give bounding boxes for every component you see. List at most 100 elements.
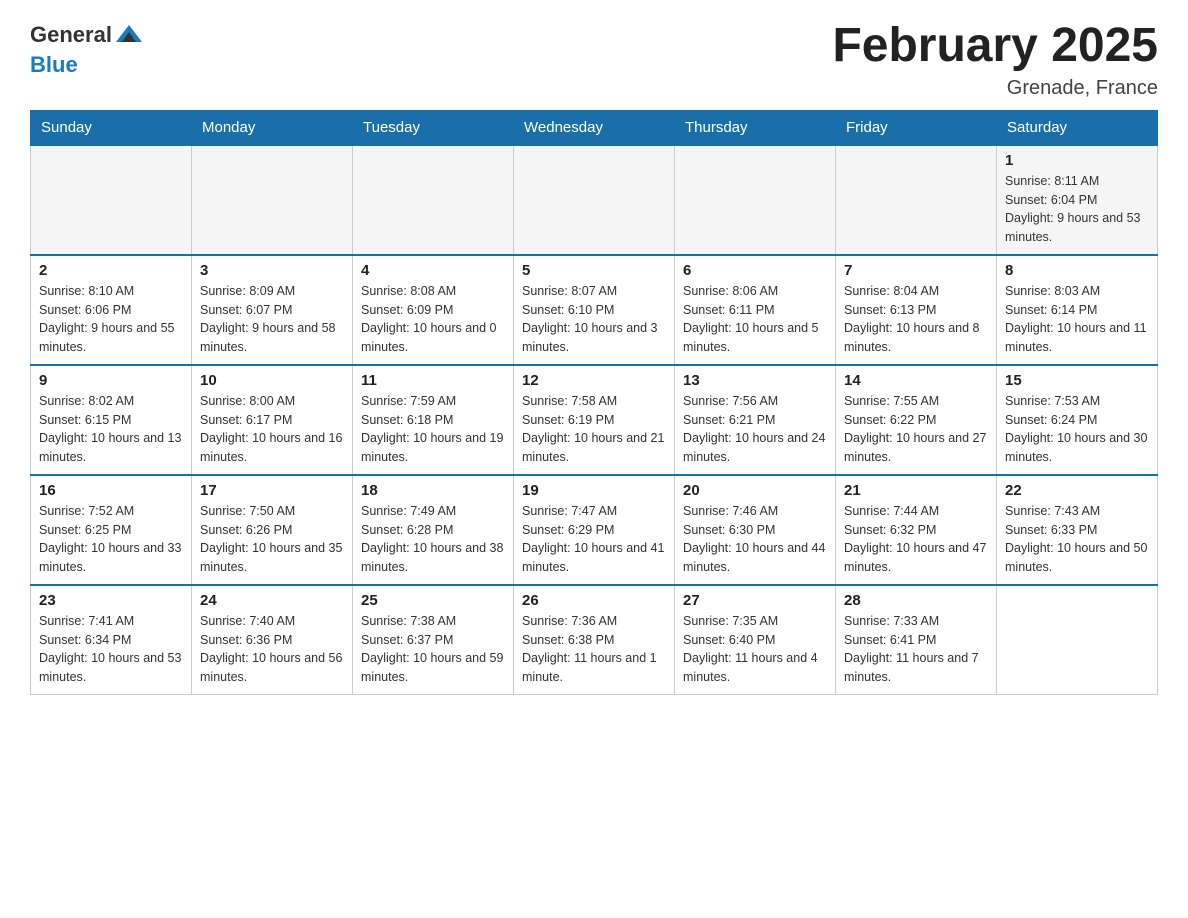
week-row-5: 23 Sunrise: 7:41 AMSunset: 6:34 PMDayligh… — [31, 585, 1158, 695]
calendar-header: SundayMondayTuesdayWednesdayThursdayFrid… — [31, 110, 1158, 145]
day-info: Sunrise: 7:44 AMSunset: 6:32 PMDaylight:… — [844, 502, 988, 577]
day-info: Sunrise: 8:06 AMSunset: 6:11 PMDaylight:… — [683, 282, 827, 357]
day-number: 15 — [1005, 372, 1149, 389]
day-info: Sunrise: 7:33 AMSunset: 6:41 PMDaylight:… — [844, 612, 988, 687]
table-cell: 12Sunrise: 7:58 AMSunset: 6:19 PMDayligh… — [514, 365, 675, 475]
table-cell: 6Sunrise: 8:06 AMSunset: 6:11 PMDaylight… — [675, 255, 836, 365]
day-number: 17 — [200, 482, 344, 499]
table-cell: 7 Sunrise: 8:04 AMSunset: 6:13 PMDaylight… — [836, 255, 997, 365]
day-number: 19 — [522, 482, 666, 499]
day-info: Sunrise: 8:11 AMSunset: 6:04 PMDaylight:… — [1005, 172, 1149, 247]
header-tuesday: Tuesday — [353, 110, 514, 145]
day-number: 21 — [844, 482, 988, 499]
table-cell: 11Sunrise: 7:59 AMSunset: 6:18 PMDayligh… — [353, 365, 514, 475]
table-cell: 13 Sunrise: 7:56 AMSunset: 6:21 PMDayligh… — [675, 365, 836, 475]
day-info: Sunrise: 7:43 AMSunset: 6:33 PMDaylight:… — [1005, 502, 1149, 577]
header-monday: Monday — [192, 110, 353, 145]
day-number: 22 — [1005, 482, 1149, 499]
table-cell — [836, 145, 997, 255]
table-cell: 10 Sunrise: 8:00 AMSunset: 6:17 PMDayligh… — [192, 365, 353, 475]
day-info: Sunrise: 8:04 AMSunset: 6:13 PMDaylight:… — [844, 282, 988, 357]
table-cell: 4Sunrise: 8:08 AMSunset: 6:09 PMDaylight… — [353, 255, 514, 365]
day-number: 3 — [200, 262, 344, 279]
day-info: Sunrise: 7:52 AMSunset: 6:25 PMDaylight:… — [39, 502, 183, 577]
day-number: 5 — [522, 262, 666, 279]
day-number: 12 — [522, 372, 666, 389]
table-cell: 8 Sunrise: 8:03 AMSunset: 6:14 PMDaylight… — [997, 255, 1158, 365]
header-friday: Friday — [836, 110, 997, 145]
table-cell: 18 Sunrise: 7:49 AMSunset: 6:28 PMDayligh… — [353, 475, 514, 585]
logo-icon — [114, 20, 144, 50]
table-cell — [675, 145, 836, 255]
table-cell: 9 Sunrise: 8:02 AMSunset: 6:15 PMDaylight… — [31, 365, 192, 475]
month-title: February 2025 — [832, 20, 1158, 73]
table-cell: 16 Sunrise: 7:52 AMSunset: 6:25 PMDayligh… — [31, 475, 192, 585]
week-row-3: 9 Sunrise: 8:02 AMSunset: 6:15 PMDaylight… — [31, 365, 1158, 475]
table-cell: 24Sunrise: 7:40 AMSunset: 6:36 PMDayligh… — [192, 585, 353, 695]
day-number: 7 — [844, 262, 988, 279]
day-number: 23 — [39, 592, 183, 609]
day-number: 28 — [844, 592, 988, 609]
week-row-1: 1 Sunrise: 8:11 AMSunset: 6:04 PMDaylight… — [31, 145, 1158, 255]
table-cell — [31, 145, 192, 255]
logo-blue-text: Blue — [30, 52, 78, 78]
day-number: 24 — [200, 592, 344, 609]
week-row-4: 16 Sunrise: 7:52 AMSunset: 6:25 PMDayligh… — [31, 475, 1158, 585]
day-number: 25 — [361, 592, 505, 609]
table-cell: 15 Sunrise: 7:53 AMSunset: 6:24 PMDayligh… — [997, 365, 1158, 475]
day-info: Sunrise: 7:56 AMSunset: 6:21 PMDaylight:… — [683, 392, 827, 467]
day-number: 16 — [39, 482, 183, 499]
day-info: Sunrise: 8:08 AMSunset: 6:09 PMDaylight:… — [361, 282, 505, 357]
table-cell: 21 Sunrise: 7:44 AMSunset: 6:32 PMDayligh… — [836, 475, 997, 585]
table-cell: 22 Sunrise: 7:43 AMSunset: 6:33 PMDayligh… — [997, 475, 1158, 585]
table-cell: 26Sunrise: 7:36 AMSunset: 6:38 PMDayligh… — [514, 585, 675, 695]
page-header: General Blue February 2025 Grenade, Fran… — [30, 20, 1158, 100]
table-cell — [514, 145, 675, 255]
day-number: 20 — [683, 482, 827, 499]
table-cell — [353, 145, 514, 255]
table-cell: 14Sunrise: 7:55 AMSunset: 6:22 PMDayligh… — [836, 365, 997, 475]
logo-general-text: General — [30, 22, 112, 48]
day-number: 8 — [1005, 262, 1149, 279]
day-number: 1 — [1005, 152, 1149, 169]
table-cell: 3 Sunrise: 8:09 AMSunset: 6:07 PMDaylight… — [192, 255, 353, 365]
day-number: 14 — [844, 372, 988, 389]
logo: General Blue — [30, 20, 144, 78]
day-number: 9 — [39, 372, 183, 389]
day-info: Sunrise: 8:03 AMSunset: 6:14 PMDaylight:… — [1005, 282, 1149, 357]
day-info: Sunrise: 7:49 AMSunset: 6:28 PMDaylight:… — [361, 502, 505, 577]
day-info: Sunrise: 7:53 AMSunset: 6:24 PMDaylight:… — [1005, 392, 1149, 467]
day-number: 2 — [39, 262, 183, 279]
day-info: Sunrise: 8:02 AMSunset: 6:15 PMDaylight:… — [39, 392, 183, 467]
day-info: Sunrise: 7:38 AMSunset: 6:37 PMDaylight:… — [361, 612, 505, 687]
day-info: Sunrise: 7:47 AMSunset: 6:29 PMDaylight:… — [522, 502, 666, 577]
table-cell: 23 Sunrise: 7:41 AMSunset: 6:34 PMDayligh… — [31, 585, 192, 695]
table-cell — [997, 585, 1158, 695]
day-info: Sunrise: 7:41 AMSunset: 6:34 PMDaylight:… — [39, 612, 183, 687]
calendar-body: 1 Sunrise: 8:11 AMSunset: 6:04 PMDaylight… — [31, 145, 1158, 695]
header-sunday: Sunday — [31, 110, 192, 145]
table-cell: 5 Sunrise: 8:07 AMSunset: 6:10 PMDaylight… — [514, 255, 675, 365]
day-number: 13 — [683, 372, 827, 389]
table-cell: 2 Sunrise: 8:10 AMSunset: 6:06 PMDaylight… — [31, 255, 192, 365]
header-wednesday: Wednesday — [514, 110, 675, 145]
table-cell: 20 Sunrise: 7:46 AMSunset: 6:30 PMDayligh… — [675, 475, 836, 585]
day-number: 10 — [200, 372, 344, 389]
table-cell: 28 Sunrise: 7:33 AMSunset: 6:41 PMDayligh… — [836, 585, 997, 695]
day-info: Sunrise: 8:10 AMSunset: 6:06 PMDaylight:… — [39, 282, 183, 357]
week-row-2: 2 Sunrise: 8:10 AMSunset: 6:06 PMDaylight… — [31, 255, 1158, 365]
day-info: Sunrise: 8:07 AMSunset: 6:10 PMDaylight:… — [522, 282, 666, 357]
days-of-week-row: SundayMondayTuesdayWednesdayThursdayFrid… — [31, 110, 1158, 145]
header-thursday: Thursday — [675, 110, 836, 145]
title-section: February 2025 Grenade, France — [832, 20, 1158, 100]
day-info: Sunrise: 7:46 AMSunset: 6:30 PMDaylight:… — [683, 502, 827, 577]
day-number: 18 — [361, 482, 505, 499]
day-info: Sunrise: 7:59 AMSunset: 6:18 PMDaylight:… — [361, 392, 505, 467]
table-cell: 1 Sunrise: 8:11 AMSunset: 6:04 PMDaylight… — [997, 145, 1158, 255]
table-cell: 19 Sunrise: 7:47 AMSunset: 6:29 PMDayligh… — [514, 475, 675, 585]
day-info: Sunrise: 7:50 AMSunset: 6:26 PMDaylight:… — [200, 502, 344, 577]
day-info: Sunrise: 8:00 AMSunset: 6:17 PMDaylight:… — [200, 392, 344, 467]
day-info: Sunrise: 7:36 AMSunset: 6:38 PMDaylight:… — [522, 612, 666, 687]
day-info: Sunrise: 8:09 AMSunset: 6:07 PMDaylight:… — [200, 282, 344, 357]
calendar-table: SundayMondayTuesdayWednesdayThursdayFrid… — [30, 110, 1158, 696]
